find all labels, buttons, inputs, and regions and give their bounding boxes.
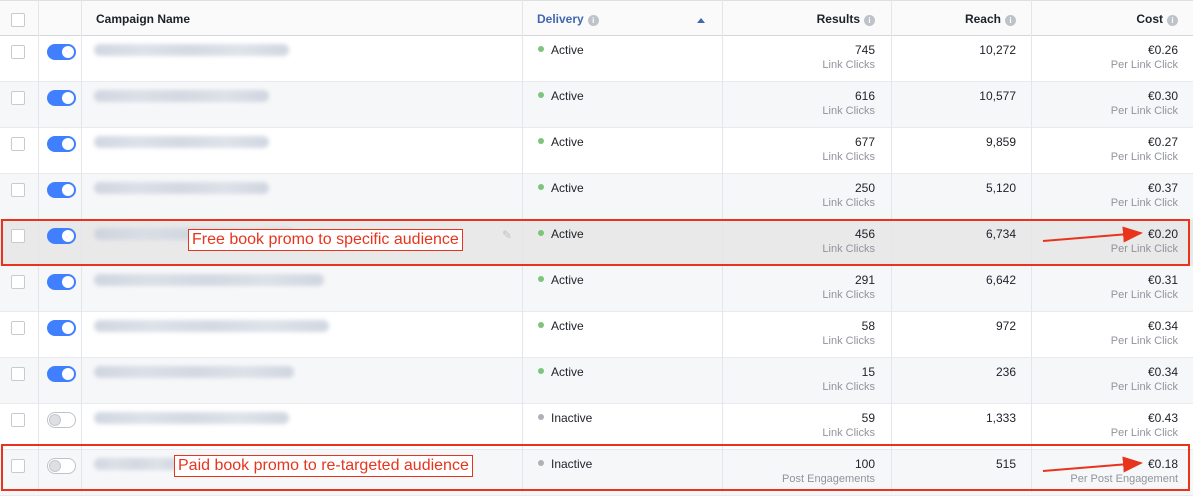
- arrow-to-free-promo-cost: [1042, 226, 1143, 243]
- arrow-to-paid-promo-cost: [1042, 456, 1143, 473]
- annotation-arrows: [1042, 226, 1143, 473]
